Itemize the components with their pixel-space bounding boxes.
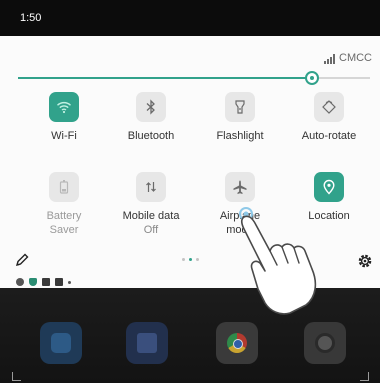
tile-label: Wi-Fi <box>51 130 77 142</box>
tile-bluetooth[interactable]: Bluetooth <box>107 92 195 143</box>
page-dot <box>196 258 199 261</box>
tile-label: Battery Saver <box>46 210 82 236</box>
location-icon <box>314 172 344 202</box>
page-dot <box>182 258 185 261</box>
quick-settings-panel: CMCC Wi-Fi Bluetooth Flashlight Auto-rot… <box>0 36 380 288</box>
tile-wifi[interactable]: Wi-Fi <box>20 92 108 143</box>
tile-auto-rotate[interactable]: Auto-rotate <box>285 92 373 143</box>
tile-label: Airplane mode <box>219 210 261 236</box>
tile-airplane-mode[interactable]: Airplane mode <box>196 172 284 237</box>
tile-flashlight[interactable]: Flashlight <box>196 92 284 143</box>
page-dot-active <box>189 258 192 261</box>
settings-gear-icon[interactable] <box>356 252 374 270</box>
mobile-data-icon <box>136 172 166 202</box>
tile-location[interactable]: Location <box>285 172 373 223</box>
tile-label: Location <box>308 210 350 222</box>
wifi-icon <box>49 92 79 122</box>
notification-icons-row <box>16 278 71 286</box>
chrome-app-icon[interactable] <box>216 322 258 364</box>
tile-status: Off <box>143 224 159 236</box>
edit-pencil-icon[interactable] <box>14 252 30 268</box>
phone-app-icon[interactable] <box>40 322 82 364</box>
bluetooth-icon <box>136 92 166 122</box>
signal-strength-icon <box>324 54 335 64</box>
tile-label: Mobile data <box>122 210 180 222</box>
tile-label: Flashlight <box>216 130 264 142</box>
page-indicator <box>182 258 199 261</box>
battery-icon <box>49 172 79 202</box>
tile-battery-saver[interactable]: Battery Saver <box>20 172 108 237</box>
shield-notification-icon <box>29 278 37 286</box>
settings-notification-icon <box>16 278 24 286</box>
carrier-name: CMCC <box>339 52 372 64</box>
nav-corner-left <box>12 372 21 381</box>
brightness-slider[interactable] <box>18 71 370 85</box>
sim-notification-icon <box>55 278 63 286</box>
tile-mobile-data[interactable]: Mobile data Off <box>107 172 195 237</box>
carrier-indicator: CMCC <box>324 52 372 64</box>
brightness-fill <box>18 77 312 79</box>
camera-app-icon[interactable] <box>304 322 346 364</box>
nav-corner-right <box>360 372 369 381</box>
status-time: 1:50 <box>20 12 42 24</box>
messages-app-icon[interactable] <box>126 322 168 364</box>
auto-rotate-icon <box>314 92 344 122</box>
airplane-icon <box>225 172 255 202</box>
tile-label: Auto-rotate <box>301 130 357 142</box>
status-bar: 1:50 <box>0 0 380 36</box>
flashlight-icon <box>225 92 255 122</box>
gallery-notification-icon <box>42 278 50 286</box>
tile-label: Bluetooth <box>127 130 175 142</box>
more-notifications-icon <box>68 280 71 284</box>
brightness-thumb[interactable] <box>305 71 319 85</box>
